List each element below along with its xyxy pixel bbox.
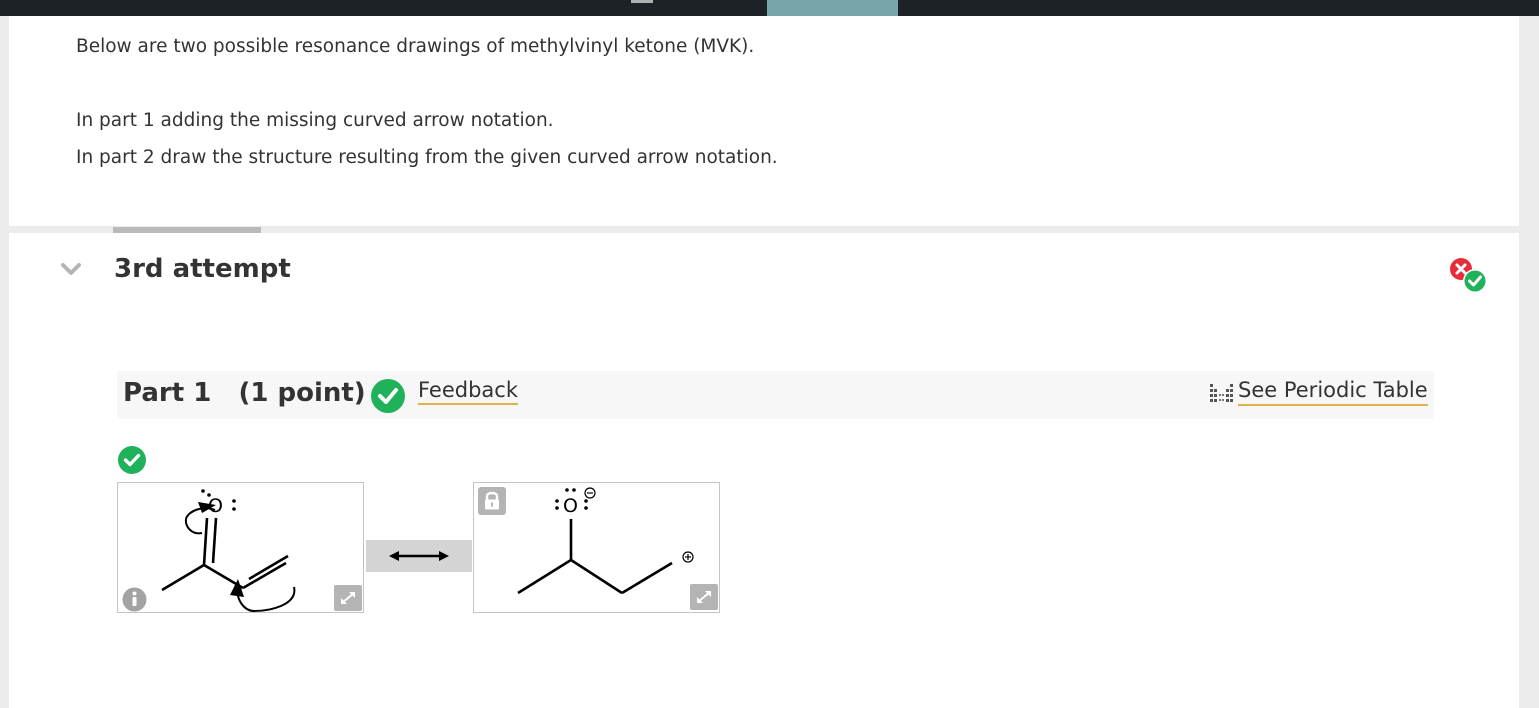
attempt-progress-strip xyxy=(113,227,261,233)
feedback-link[interactable]: Feedback xyxy=(418,378,519,405)
part-title: Part 1 (1 point) xyxy=(123,378,366,408)
lock-icon xyxy=(478,487,506,515)
attempt-status-icon xyxy=(1450,258,1487,293)
answer-correct-icon xyxy=(118,446,146,474)
resonance-double-arrow-icon xyxy=(389,551,449,561)
question-panel: Below are two possible resonance drawing… xyxy=(9,16,1519,226)
see-periodic-table-link[interactable]: See Periodic Table xyxy=(1238,378,1428,406)
info-icon[interactable] xyxy=(122,587,147,612)
expand-icon[interactable] xyxy=(690,584,718,610)
question-text-3: In part 2 draw the structure resulting f… xyxy=(76,147,778,168)
attempt-panel xyxy=(9,233,1519,708)
svg-text:O: O xyxy=(563,495,578,517)
mvk-structure-1: O xyxy=(161,489,296,613)
resonance-arrow-bar xyxy=(366,540,472,572)
question-text-2: In part 1 adding the missing curved arro… xyxy=(76,110,554,131)
top-bar-mark xyxy=(631,0,653,3)
structure-drawing-2: O xyxy=(473,482,720,613)
expand-icon[interactable] xyxy=(334,585,362,611)
question-text-1: Below are two possible resonance drawing… xyxy=(76,36,755,57)
periodic-table-icon[interactable] xyxy=(1209,381,1233,405)
correct-check-icon xyxy=(371,379,405,413)
structure-drawing-1[interactable]: O xyxy=(117,482,364,613)
mvk-structure-2: O xyxy=(517,487,694,595)
attempt-title: 3rd attempt xyxy=(114,254,291,284)
chevron-down-icon[interactable] xyxy=(61,262,81,276)
